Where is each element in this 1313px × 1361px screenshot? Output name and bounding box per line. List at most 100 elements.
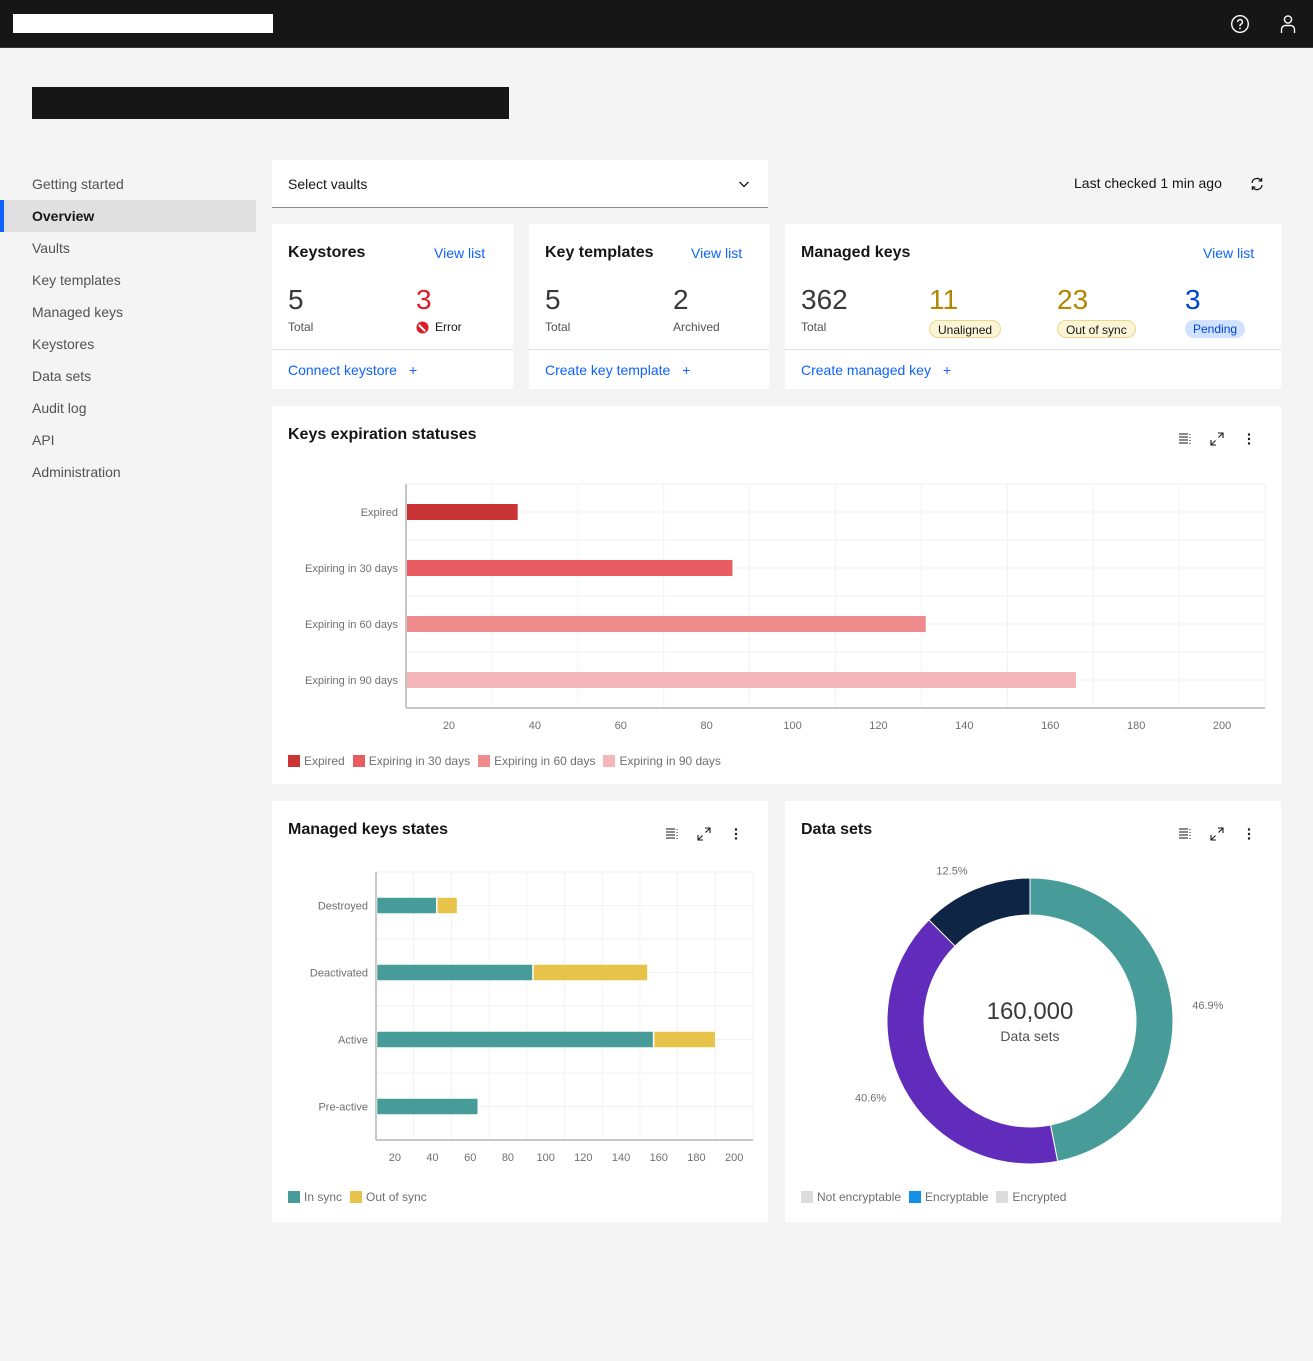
key-templates-view-list-link[interactable]: View list <box>691 245 742 261</box>
sidebar-item-key-templates[interactable]: Key templates <box>0 264 256 296</box>
sidebar-item-audit-log[interactable]: Audit log <box>0 392 256 424</box>
slice-label: 46.9% <box>1192 1000 1223 1012</box>
x-tick-label: 80 <box>701 720 713 732</box>
chevron-down-icon <box>739 181 749 188</box>
page-title-redacted <box>32 87 509 119</box>
x-tick-label: 180 <box>1127 720 1145 732</box>
key-templates-archived-label: Archived <box>673 320 720 334</box>
sidebar-item-managed-keys[interactable]: Managed keys <box>0 296 256 328</box>
card-divider <box>785 349 1281 350</box>
keystores-error-value: 3 <box>416 284 432 315</box>
donut-center-value: 160,000 <box>987 998 1074 1025</box>
sidebar-item-getting-started[interactable]: Getting started <box>0 168 256 200</box>
y-category-label: Destroyed <box>318 901 368 913</box>
vault-select-dropdown[interactable]: Select vaults <box>272 160 768 208</box>
unaligned-tag: Unaligned <box>929 320 1002 338</box>
bar-segment <box>437 897 458 914</box>
x-tick-label: 200 <box>725 1152 743 1164</box>
keystores-title: Keystores <box>288 244 366 261</box>
create-key-template-button[interactable]: Create key template + <box>545 362 690 378</box>
refresh-button[interactable] <box>1246 173 1268 195</box>
x-tick-label: 140 <box>955 720 973 732</box>
sidebar-item-vaults[interactable]: Vaults <box>0 232 256 264</box>
chart-legend: In sync Out of sync <box>288 1190 427 1204</box>
sidebar-item-overview[interactable]: Overview <box>0 200 256 232</box>
legend-swatch <box>909 1191 922 1203</box>
create-managed-key-label: Create managed key <box>801 362 931 378</box>
keys-expiration-chart-card: Keys expiration statuses 20 40 60 80 100 120 1… <box>272 406 1281 784</box>
legend-item[interactable]: Expiring in 60 days <box>478 754 595 768</box>
legend-item[interactable]: Encrypted <box>996 1190 1066 1204</box>
product-name-redacted[interactable] <box>13 14 273 33</box>
legend-swatch <box>288 1191 300 1203</box>
create-managed-key-button[interactable]: Create managed key + <box>801 362 951 378</box>
chart-legend: Expired Expiring in 30 days Expiring in 60… <box>288 754 721 768</box>
legend-swatch <box>288 755 300 767</box>
last-checked-status: Last checked 1 min ago <box>1074 175 1222 191</box>
user-profile-button[interactable] <box>1272 8 1304 40</box>
y-category-label: Expired <box>361 507 398 519</box>
legend-label: In sync <box>304 1190 343 1204</box>
card-divider <box>529 349 769 350</box>
managed-keys-pending-stat[interactable]: 3 Pending <box>1185 282 1246 338</box>
legend-item[interactable]: In sync <box>288 1190 342 1204</box>
add-icon: + <box>682 362 691 378</box>
managed-keys-view-list-link[interactable]: View list <box>1203 245 1254 261</box>
x-tick-label: 60 <box>464 1152 476 1164</box>
donut-center-label: Data sets <box>1000 1028 1059 1044</box>
legend-item[interactable]: Expiring in 90 days <box>603 754 721 768</box>
sidebar-item-api[interactable]: API <box>0 424 256 456</box>
create-key-template-label: Create key template <box>545 362 671 378</box>
managed-keys-out-of-sync-value: 23 <box>1057 284 1089 315</box>
legend-item[interactable]: Not encryptable <box>801 1190 901 1204</box>
user-icon <box>1280 15 1296 33</box>
data-sets-chart-card: Data sets 46.9% 40.6% 12.5% 160,000 Data set… <box>785 801 1281 1222</box>
keystores-total-value: 5 <box>288 284 304 315</box>
legend-label: Expired <box>304 754 345 768</box>
legend-label: Expiring in 90 days <box>619 754 721 768</box>
keystores-view-list-link[interactable]: View list <box>434 245 485 261</box>
sidebar-item-keystores[interactable]: Keystores <box>0 328 256 360</box>
managed-keys-states-chart-card: Managed keys states 20 40 60 80 100 120 140 160… <box>272 801 768 1222</box>
managed-keys-total-label: Total <box>801 320 827 334</box>
x-tick-label: 20 <box>389 1152 401 1164</box>
keystores-error-stat[interactable]: 3 Error <box>416 282 462 334</box>
y-category-label: Expiring in 90 days <box>305 675 398 687</box>
bar <box>407 504 518 520</box>
managed-keys-out-of-sync-stat[interactable]: 23 Out of sync <box>1057 282 1136 338</box>
side-navigation: Getting started Overview Vaults Key temp… <box>0 168 256 488</box>
x-tick-label: 160 <box>1041 720 1059 732</box>
legend-item[interactable]: Expired <box>288 754 345 768</box>
slice-label: 12.5% <box>936 865 967 877</box>
legend-swatch <box>603 755 616 767</box>
add-icon: + <box>942 362 952 378</box>
sidebar-item-data-sets[interactable]: Data sets <box>0 360 256 392</box>
legend-swatch <box>478 755 491 767</box>
x-tick-label: 40 <box>426 1152 438 1164</box>
sidebar-item-administration[interactable]: Administration <box>0 456 256 488</box>
x-tick-label: 20 <box>443 720 455 732</box>
x-tick-label: 160 <box>650 1152 668 1164</box>
vault-select-label: Select vaults <box>288 175 368 192</box>
legend-item[interactable]: Out of sync <box>350 1190 427 1204</box>
managed-keys-total-value: 362 <box>801 284 848 315</box>
legend-item[interactable]: Expiring in 30 days <box>352 754 471 768</box>
connect-keystore-button[interactable]: Connect keystore + <box>288 362 417 378</box>
legend-swatch <box>350 1191 363 1203</box>
card-divider <box>272 349 513 350</box>
legend-swatch <box>801 1191 813 1203</box>
managed-keys-card: Managed keys View list 362 Total 11 Unal… <box>785 224 1281 389</box>
add-icon: + <box>408 362 418 378</box>
keystores-error-label: Error <box>435 320 462 334</box>
top-header <box>0 0 1313 48</box>
managed-keys-total-stat: 362 Total <box>801 282 848 334</box>
legend-swatch <box>352 755 365 767</box>
legend-label: Expiring in 30 days <box>368 754 471 768</box>
managed-keys-pending-value: 3 <box>1185 284 1201 315</box>
help-button[interactable] <box>1224 8 1256 40</box>
legend-item[interactable]: Encryptable <box>909 1190 988 1204</box>
x-tick-label: 100 <box>536 1152 554 1164</box>
managed-keys-unaligned-stat[interactable]: 11 Unaligned <box>929 282 1002 338</box>
x-tick-label: 180 <box>687 1152 705 1164</box>
key-templates-total-label: Total <box>545 320 571 334</box>
